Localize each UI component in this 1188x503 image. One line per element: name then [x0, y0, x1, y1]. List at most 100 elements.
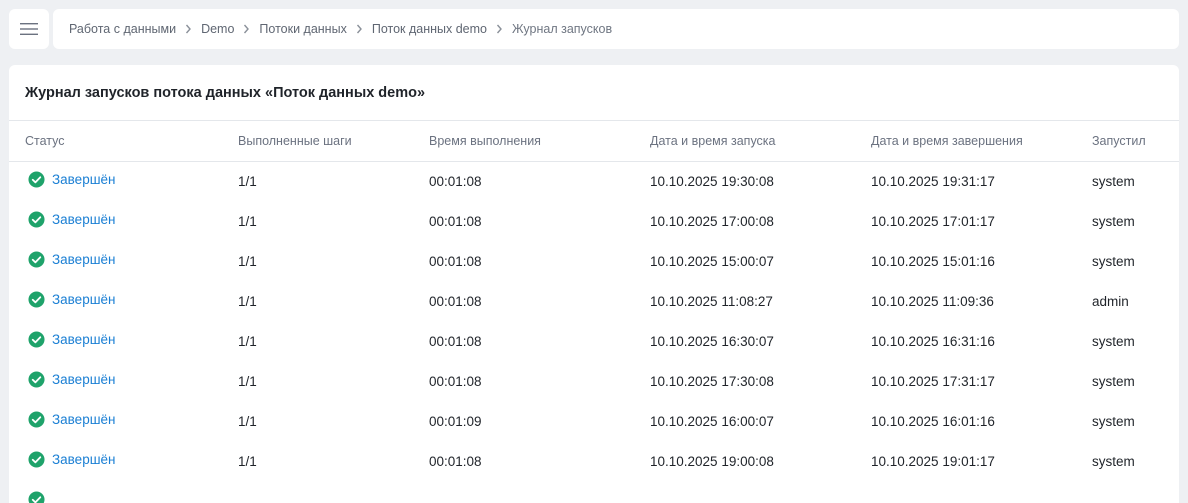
check-circle-icon: [28, 291, 45, 308]
status-cell: [9, 481, 222, 503]
started-by-cell: system: [1092, 373, 1135, 389]
started-by-cell: system: [1092, 173, 1135, 189]
status-cell: Завершён: [9, 201, 222, 241]
status-cell: Завершён: [9, 401, 222, 441]
start-time-cell: [634, 481, 855, 503]
status-link[interactable]: Завершён: [28, 291, 116, 308]
status-link[interactable]: Завершён: [28, 411, 116, 428]
end-time-cell: 10.10.2025 16:01:16: [871, 413, 995, 429]
start-time-cell: 10.10.2025 16:00:07: [650, 413, 774, 429]
table-row: Завершён 1/1 00:01:08 10.10.2025 15:00:0…: [9, 241, 1179, 281]
status-link[interactable]: Завершён: [28, 251, 116, 268]
started-by-cell: admin: [1092, 293, 1129, 309]
hamburger-menu-icon: [20, 23, 38, 35]
table-header-row: Статус Выполненные шаги Время выполнения…: [9, 121, 1179, 162]
table-row: [9, 481, 1179, 503]
column-header-status[interactable]: Статус: [9, 121, 222, 162]
table-row: Завершён 1/1 00:01:09 10.10.2025 16:00:0…: [9, 401, 1179, 441]
chevron-right-icon: [185, 24, 192, 34]
status-label: Завершён: [52, 212, 116, 227]
check-circle-icon: [28, 411, 45, 428]
column-header-steps[interactable]: Выполненные шаги: [222, 121, 413, 162]
status-cell: Завершён: [9, 441, 222, 481]
chevron-right-icon: [356, 24, 363, 34]
status-link[interactable]: [28, 491, 52, 503]
steps-cell: 1/1: [238, 253, 257, 269]
breadcrumb-item-demo[interactable]: Demo: [201, 22, 234, 36]
start-time-cell: 10.10.2025 16:30:07: [650, 333, 774, 349]
end-time-cell: 10.10.2025 11:09:36: [871, 293, 994, 309]
started-by-cell: system: [1092, 413, 1135, 429]
status-cell: Завершён: [9, 161, 222, 201]
steps-cell: 1/1: [238, 373, 257, 389]
steps-cell: 1/1: [238, 453, 257, 469]
page-title: Журнал запусков потока данных «Поток дан…: [9, 65, 1179, 121]
status-link[interactable]: Завершён: [28, 451, 116, 468]
duration-cell: 00:01:08: [429, 373, 482, 389]
steps-cell: 1/1: [238, 173, 257, 189]
run-log-table: Статус Выполненные шаги Время выполнения…: [9, 121, 1179, 503]
column-header-started-by[interactable]: Запустил: [1076, 121, 1179, 162]
check-circle-icon: [28, 331, 45, 348]
menu-button[interactable]: [9, 9, 49, 49]
status-link[interactable]: Завершён: [28, 211, 116, 228]
start-time-cell: 10.10.2025 19:30:08: [650, 173, 774, 189]
start-time-cell: 10.10.2025 17:00:08: [650, 213, 774, 229]
steps-cell: 1/1: [238, 293, 257, 309]
status-cell: Завершён: [9, 321, 222, 361]
status-link[interactable]: Завершён: [28, 371, 116, 388]
status-label: Завершён: [52, 452, 116, 467]
status-label: Завершён: [52, 332, 116, 347]
started-by-cell: system: [1092, 213, 1135, 229]
duration-cell: 00:01:08: [429, 173, 482, 189]
check-circle-icon: [28, 491, 45, 503]
status-cell: Завершён: [9, 361, 222, 401]
status-label: Завершён: [52, 292, 116, 307]
status-cell: Завершён: [9, 241, 222, 281]
table-row: Завершён 1/1 00:01:08 10.10.2025 17:00:0…: [9, 201, 1179, 241]
status-cell: Завершён: [9, 281, 222, 321]
duration-cell: 00:01:09: [429, 413, 482, 429]
end-time-cell: 10.10.2025 15:01:16: [871, 253, 995, 269]
breadcrumb-item-data-work[interactable]: Работа с данными: [69, 22, 176, 36]
table-row: Завершён 1/1 00:01:08 10.10.2025 19:30:0…: [9, 161, 1179, 201]
breadcrumb: Работа с данными Demo Потоки данных Пото…: [53, 9, 1179, 49]
started-by-cell: system: [1092, 333, 1135, 349]
end-time-cell: 10.10.2025 17:31:17: [871, 373, 995, 389]
started-by-cell: system: [1092, 453, 1135, 469]
end-time-cell: [855, 481, 1076, 503]
end-time-cell: 10.10.2025 17:01:17: [871, 213, 995, 229]
check-circle-icon: [28, 371, 45, 388]
status-label: Завершён: [52, 412, 116, 427]
status-link[interactable]: Завершён: [28, 331, 116, 348]
start-time-cell: 10.10.2025 19:00:08: [650, 453, 774, 469]
table-row: Завершён 1/1 00:01:08 10.10.2025 16:30:0…: [9, 321, 1179, 361]
end-time-cell: 10.10.2025 16:31:16: [871, 333, 995, 349]
run-log-panel: Журнал запусков потока данных «Поток дан…: [9, 65, 1179, 503]
start-time-cell: 10.10.2025 15:00:07: [650, 253, 774, 269]
status-label: Завершён: [52, 372, 116, 387]
breadcrumb-item-run-log: Журнал запусков: [512, 22, 613, 36]
check-circle-icon: [28, 251, 45, 268]
steps-cell: 1/1: [238, 213, 257, 229]
status-label: Завершён: [52, 252, 116, 267]
column-header-duration[interactable]: Время выполнения: [413, 121, 634, 162]
end-time-cell: 10.10.2025 19:31:17: [871, 173, 995, 189]
column-header-start-time[interactable]: Дата и время запуска: [634, 121, 855, 162]
started-by-cell: [1076, 481, 1179, 503]
status-label: Завершён: [52, 172, 116, 188]
column-header-end-time[interactable]: Дата и время завершения: [855, 121, 1076, 162]
duration-cell: 00:01:08: [429, 333, 482, 349]
breadcrumb-item-data-flows[interactable]: Потоки данных: [259, 22, 346, 36]
duration-cell: 00:01:08: [429, 453, 482, 469]
chevron-right-icon: [496, 24, 503, 34]
steps-cell: [222, 481, 413, 503]
end-time-cell: 10.10.2025 19:01:17: [871, 453, 995, 469]
duration-cell: [413, 481, 634, 503]
duration-cell: 00:01:08: [429, 253, 482, 269]
started-by-cell: system: [1092, 253, 1135, 269]
breadcrumb-item-flow-demo[interactable]: Поток данных demo: [372, 22, 487, 36]
status-link[interactable]: Завершён: [28, 171, 116, 188]
duration-cell: 00:01:08: [429, 213, 482, 229]
check-circle-icon: [28, 171, 45, 188]
